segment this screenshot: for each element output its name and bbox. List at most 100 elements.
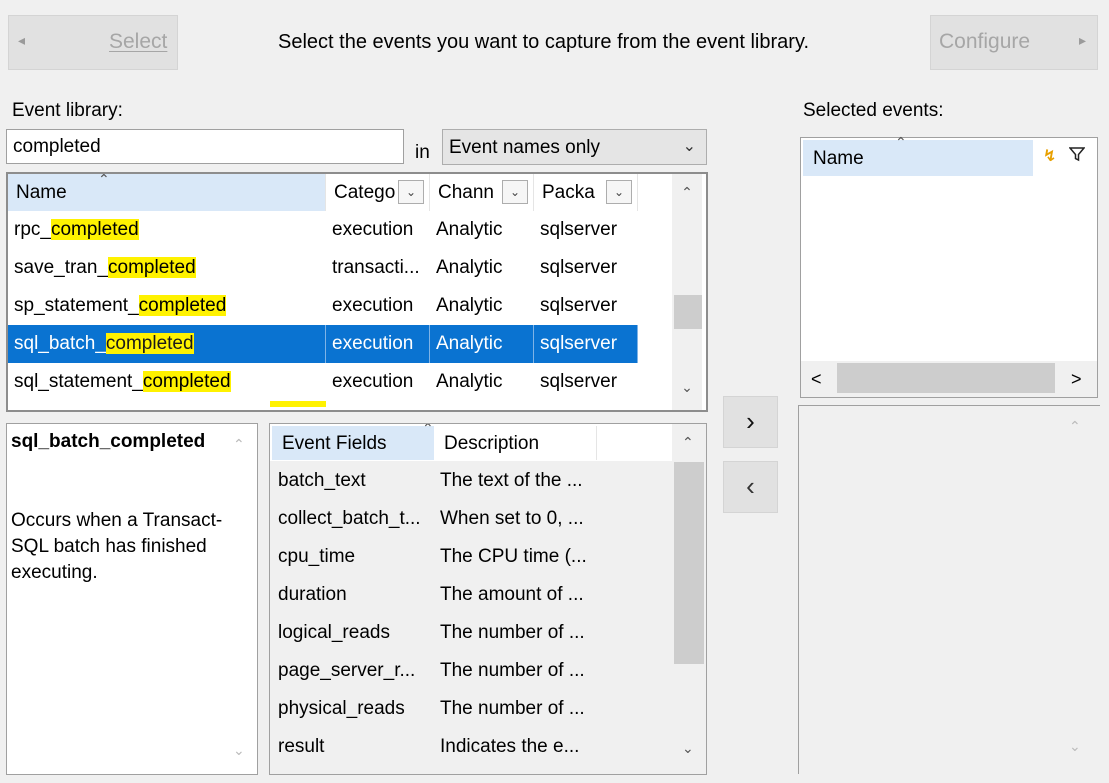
event-field-description: Indicates the e... — [440, 736, 580, 757]
selected-event-details-panel: ⌃ ⌄ — [798, 405, 1100, 774]
event-field-row[interactable]: page_server_r... The number of ... — [270, 652, 670, 690]
scroll-left-icon[interactable]: < — [811, 369, 822, 390]
event-name-prefix: save_tran_ — [14, 257, 109, 278]
selected-events-label: Selected events: — [803, 100, 944, 121]
event-field-description: The amount of ... — [440, 584, 584, 605]
event-field-name: collect_batch_t... — [278, 508, 421, 529]
event-field-row[interactable]: cpu_time The CPU time (... — [270, 538, 670, 576]
event-field-name: batch_text — [278, 470, 366, 491]
event-field-name: result — [278, 736, 325, 757]
event-library-row[interactable]: sql_batch_completed execution Analytic sqls… — [8, 325, 638, 363]
column-header-event-fields[interactable]: Event Fields ⌃ — [272, 423, 434, 460]
event-field-row[interactable]: logical_reads The number of ... — [270, 614, 670, 652]
scroll-down-icon[interactable]: ⌄ — [672, 379, 702, 396]
scroll-up-icon[interactable]: ⌃ — [682, 434, 694, 451]
column-header-channel-label: Chann — [438, 182, 494, 203]
scroll-up-icon[interactable]: ⌃ — [1069, 418, 1081, 435]
event-name-cell: rpc_completed — [8, 211, 326, 249]
remove-event-icon: ‹ — [746, 471, 755, 501]
event-field-name: physical_reads — [278, 698, 405, 719]
scroll-down-icon[interactable]: ⌄ — [682, 740, 694, 757]
event-field-row[interactable]: result Indicates the e... — [270, 728, 670, 766]
event-library-row[interactable]: sp_statement_completed execution Analytic s… — [8, 287, 638, 325]
event-channel-cell: Analytic — [436, 371, 503, 392]
event-field-description: The number of ... — [440, 660, 585, 681]
event-field-row[interactable]: collect_batch_t... When set to 0, ... — [270, 500, 670, 538]
event-category-cell: execution — [332, 219, 414, 240]
right-arrow-icon: ▸ — [1079, 32, 1087, 48]
event-fields-scroll-thumb[interactable] — [674, 462, 704, 664]
event-field-row[interactable]: batch_text The text of the ... — [270, 462, 670, 500]
search-scope-value: Event names only — [449, 137, 601, 158]
selected-events-grid: Name ⌃ ↯ < > — [800, 134, 1098, 398]
event-name-cell: sql_batch_completed — [8, 325, 326, 363]
package-filter-dropdown-icon[interactable]: ⌄ — [606, 180, 632, 204]
column-header-package[interactable]: Packa ⌄ — [534, 174, 638, 211]
left-arrow-icon: ◂ — [18, 32, 26, 48]
event-field-name: logical_reads — [278, 622, 390, 643]
sort-ascending-icon: ⌃ — [98, 174, 110, 187]
event-name-cell: save_tran_completed — [8, 249, 326, 287]
event-field-name: cpu_time — [278, 546, 356, 567]
event-name-match-highlight: completed — [142, 371, 231, 392]
add-event-button[interactable]: › — [723, 396, 778, 448]
scroll-up-icon[interactable]: ⌃ — [672, 184, 702, 201]
event-search-value: completed — [13, 136, 101, 157]
selected-column-header-name[interactable]: Name ⌃ — [803, 134, 1033, 176]
event-field-name: duration — [278, 584, 347, 605]
category-filter-dropdown-icon[interactable]: ⌄ — [398, 180, 424, 204]
event-fields-scrollbar[interactable]: ⌃ ⌄ — [672, 424, 706, 774]
selected-events-hscroll-thumb[interactable] — [837, 363, 1055, 393]
column-header-channel[interactable]: Chann ⌄ — [430, 174, 534, 211]
scroll-up-icon[interactable]: ⌃ — [233, 436, 245, 453]
event-description-panel: sql_batch_completed Occurs when a Transa… — [6, 423, 258, 775]
channel-filter-dropdown-icon[interactable]: ⌄ — [502, 180, 528, 204]
event-package-cell: sqlserver — [534, 325, 638, 363]
scroll-down-icon[interactable]: ⌄ — [1069, 738, 1081, 755]
event-library-scrollbar[interactable]: ⌃ ⌄ — [672, 174, 702, 410]
search-scope-select[interactable]: Event names only ⌄ — [442, 129, 707, 165]
selected-events-hscrollbar[interactable]: < > — [801, 361, 1097, 397]
event-category-cell: execution — [332, 371, 414, 392]
event-fields-grid: Event Fields ⌃ Description batch_text The… — [269, 423, 707, 775]
filter-icon[interactable] — [1068, 146, 1086, 168]
remove-event-button[interactable]: ‹ — [723, 461, 778, 513]
event-package-cell: sqlserver — [540, 371, 618, 392]
event-library-row[interactable]: rpc_completed execution Analytic sqlserver — [8, 211, 638, 249]
column-header-description[interactable]: Description — [436, 426, 597, 460]
sort-ascending-icon: ⌃ — [422, 423, 434, 436]
event-search-input[interactable]: completed — [6, 129, 404, 164]
event-channel-cell: Analytic — [436, 219, 503, 240]
configure-button[interactable]: Configure ▸ — [930, 15, 1098, 70]
scroll-right-icon[interactable]: > — [1071, 369, 1082, 390]
event-library-row-partial[interactable] — [270, 401, 326, 407]
event-field-row[interactable]: duration The amount of ... — [270, 576, 670, 614]
column-header-package-label: Packa — [542, 182, 595, 203]
column-header-description-label: Description — [444, 433, 540, 454]
column-header-category[interactable]: Catego ⌄ — [326, 174, 430, 211]
event-library-scroll-thumb[interactable] — [674, 295, 702, 329]
event-library-row[interactable]: save_tran_completed transacti... Analytic s… — [8, 249, 638, 287]
event-name-match-highlight: completed — [108, 257, 196, 278]
event-category-cell: execution — [326, 325, 430, 363]
event-description-text: Occurs when a Transact-SQL batch has fin… — [11, 510, 223, 583]
action-lightning-icon[interactable]: ↯ — [1043, 146, 1056, 166]
scroll-down-icon[interactable]: ⌄ — [233, 742, 245, 759]
event-category-cell: execution — [332, 295, 414, 316]
column-header-name[interactable]: Name ⌃ — [8, 174, 326, 211]
event-description-title: sql_batch_completed — [11, 431, 206, 452]
event-channel-cell: Analytic — [436, 257, 503, 278]
event-library-label: Event library: — [12, 100, 123, 121]
column-header-event-fields-label: Event Fields — [282, 433, 387, 454]
sort-ascending-icon: ⌃ — [895, 134, 907, 150]
event-library-grid: Name ⌃ Catego ⌄ Chann ⌄ Packa ⌄ rpc_comp… — [6, 172, 708, 412]
event-name-prefix: sp_statement_ — [14, 295, 139, 316]
event-field-description: The text of the ... — [440, 470, 583, 491]
chevron-down-icon: ⌄ — [682, 138, 696, 155]
event-library-row[interactable]: sql_statement_completed execution Analytic… — [8, 363, 638, 401]
event-channel-cell: Analytic — [436, 295, 503, 316]
event-field-row[interactable]: physical_reads The number of ... — [270, 690, 670, 728]
select-button[interactable]: ◂ Select — [8, 15, 178, 70]
event-name-match-highlight: completed — [138, 295, 227, 316]
instruction-text: Select the events you want to capture fr… — [278, 31, 810, 53]
